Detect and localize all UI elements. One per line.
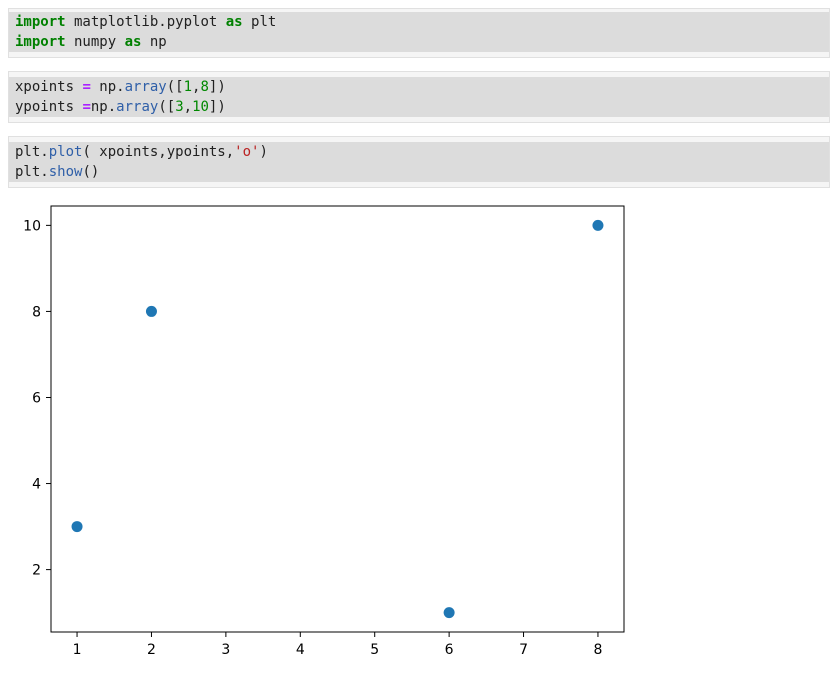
code-token: ([ (158, 99, 176, 115)
code-token: ( xpoints,ypoints, (82, 144, 235, 160)
code-line[interactable]: plt.plot( xpoints,ypoints,'o') (9, 142, 829, 162)
code-token: plt. (15, 144, 49, 160)
code-token: plt. (15, 164, 49, 180)
code-token: ypoints (15, 99, 83, 115)
code-token: np. (90, 99, 117, 115)
code-line[interactable]: import matplotlib.pyplot as plt (9, 12, 829, 32)
y-tick-label: 10 (23, 218, 41, 234)
code-token: 8 (200, 79, 209, 95)
scatter-point (71, 521, 83, 533)
y-tick-label: 4 (32, 477, 41, 493)
code-token: () (82, 164, 100, 180)
code-token: 10 (192, 99, 209, 115)
x-tick-label: 2 (147, 642, 156, 658)
code-token: xpoints (15, 79, 83, 95)
x-tick-label: 4 (296, 642, 305, 658)
code-line[interactable]: plt.show() (9, 162, 829, 182)
scatter-point (443, 607, 455, 619)
code-token: np (141, 34, 167, 50)
code-line[interactable]: import numpy as np (9, 32, 829, 52)
code-token: ([ (166, 79, 184, 95)
scatter-point (145, 305, 157, 317)
code-line[interactable]: xpoints = np.array([1,8]) (9, 77, 829, 97)
code-token: 3 (175, 99, 184, 115)
x-tick-label: 3 (221, 642, 230, 658)
code-token: show (48, 164, 83, 180)
y-tick-label: 2 (32, 563, 41, 579)
x-tick-label: 7 (519, 642, 528, 658)
code-token: matplotlib.pyplot (65, 14, 226, 30)
code-token: ]) (208, 99, 226, 115)
code-token: ]) (208, 79, 226, 95)
code-token: import (15, 34, 66, 50)
code-token: = (82, 99, 91, 115)
code-token: 1 (183, 79, 193, 95)
scatter-point (592, 219, 604, 231)
x-tick-label: 1 (73, 642, 82, 658)
code-cell-3[interactable]: plt.plot( xpoints,ypoints,'o') plt.show() (8, 136, 830, 188)
code-token: as (225, 14, 243, 30)
code-token: = (82, 79, 91, 95)
output-plot: 1 2 3 4 5 6 7 8 2 4 6 8 10 (23, 205, 625, 658)
code-token: array (116, 99, 159, 115)
code-token: plt (242, 14, 277, 30)
y-tick-label: 6 (32, 390, 41, 406)
x-tick-label: 8 (593, 642, 602, 658)
x-tick-label: 5 (370, 642, 379, 658)
code-token: numpy (65, 34, 125, 50)
code-token: as (124, 34, 142, 50)
code-cell-1[interactable]: import matplotlib.pyplot as plt import nu… (8, 8, 830, 58)
plot-axes-frame (50, 205, 625, 633)
code-token: np. (90, 79, 125, 95)
code-token: ) (259, 144, 268, 160)
code-cell-2[interactable]: xpoints = np.array([1,8]) ypoints =np.arr… (8, 71, 830, 123)
code-token: import (15, 14, 66, 30)
code-line[interactable]: ypoints =np.array([3,10]) (9, 97, 829, 117)
code-token: , (183, 99, 193, 115)
y-tick-label: 8 (32, 304, 41, 320)
code-token: plot (48, 144, 83, 160)
code-token: array (124, 79, 167, 95)
x-tick-label: 6 (445, 642, 454, 658)
code-token: 'o' (234, 144, 260, 160)
